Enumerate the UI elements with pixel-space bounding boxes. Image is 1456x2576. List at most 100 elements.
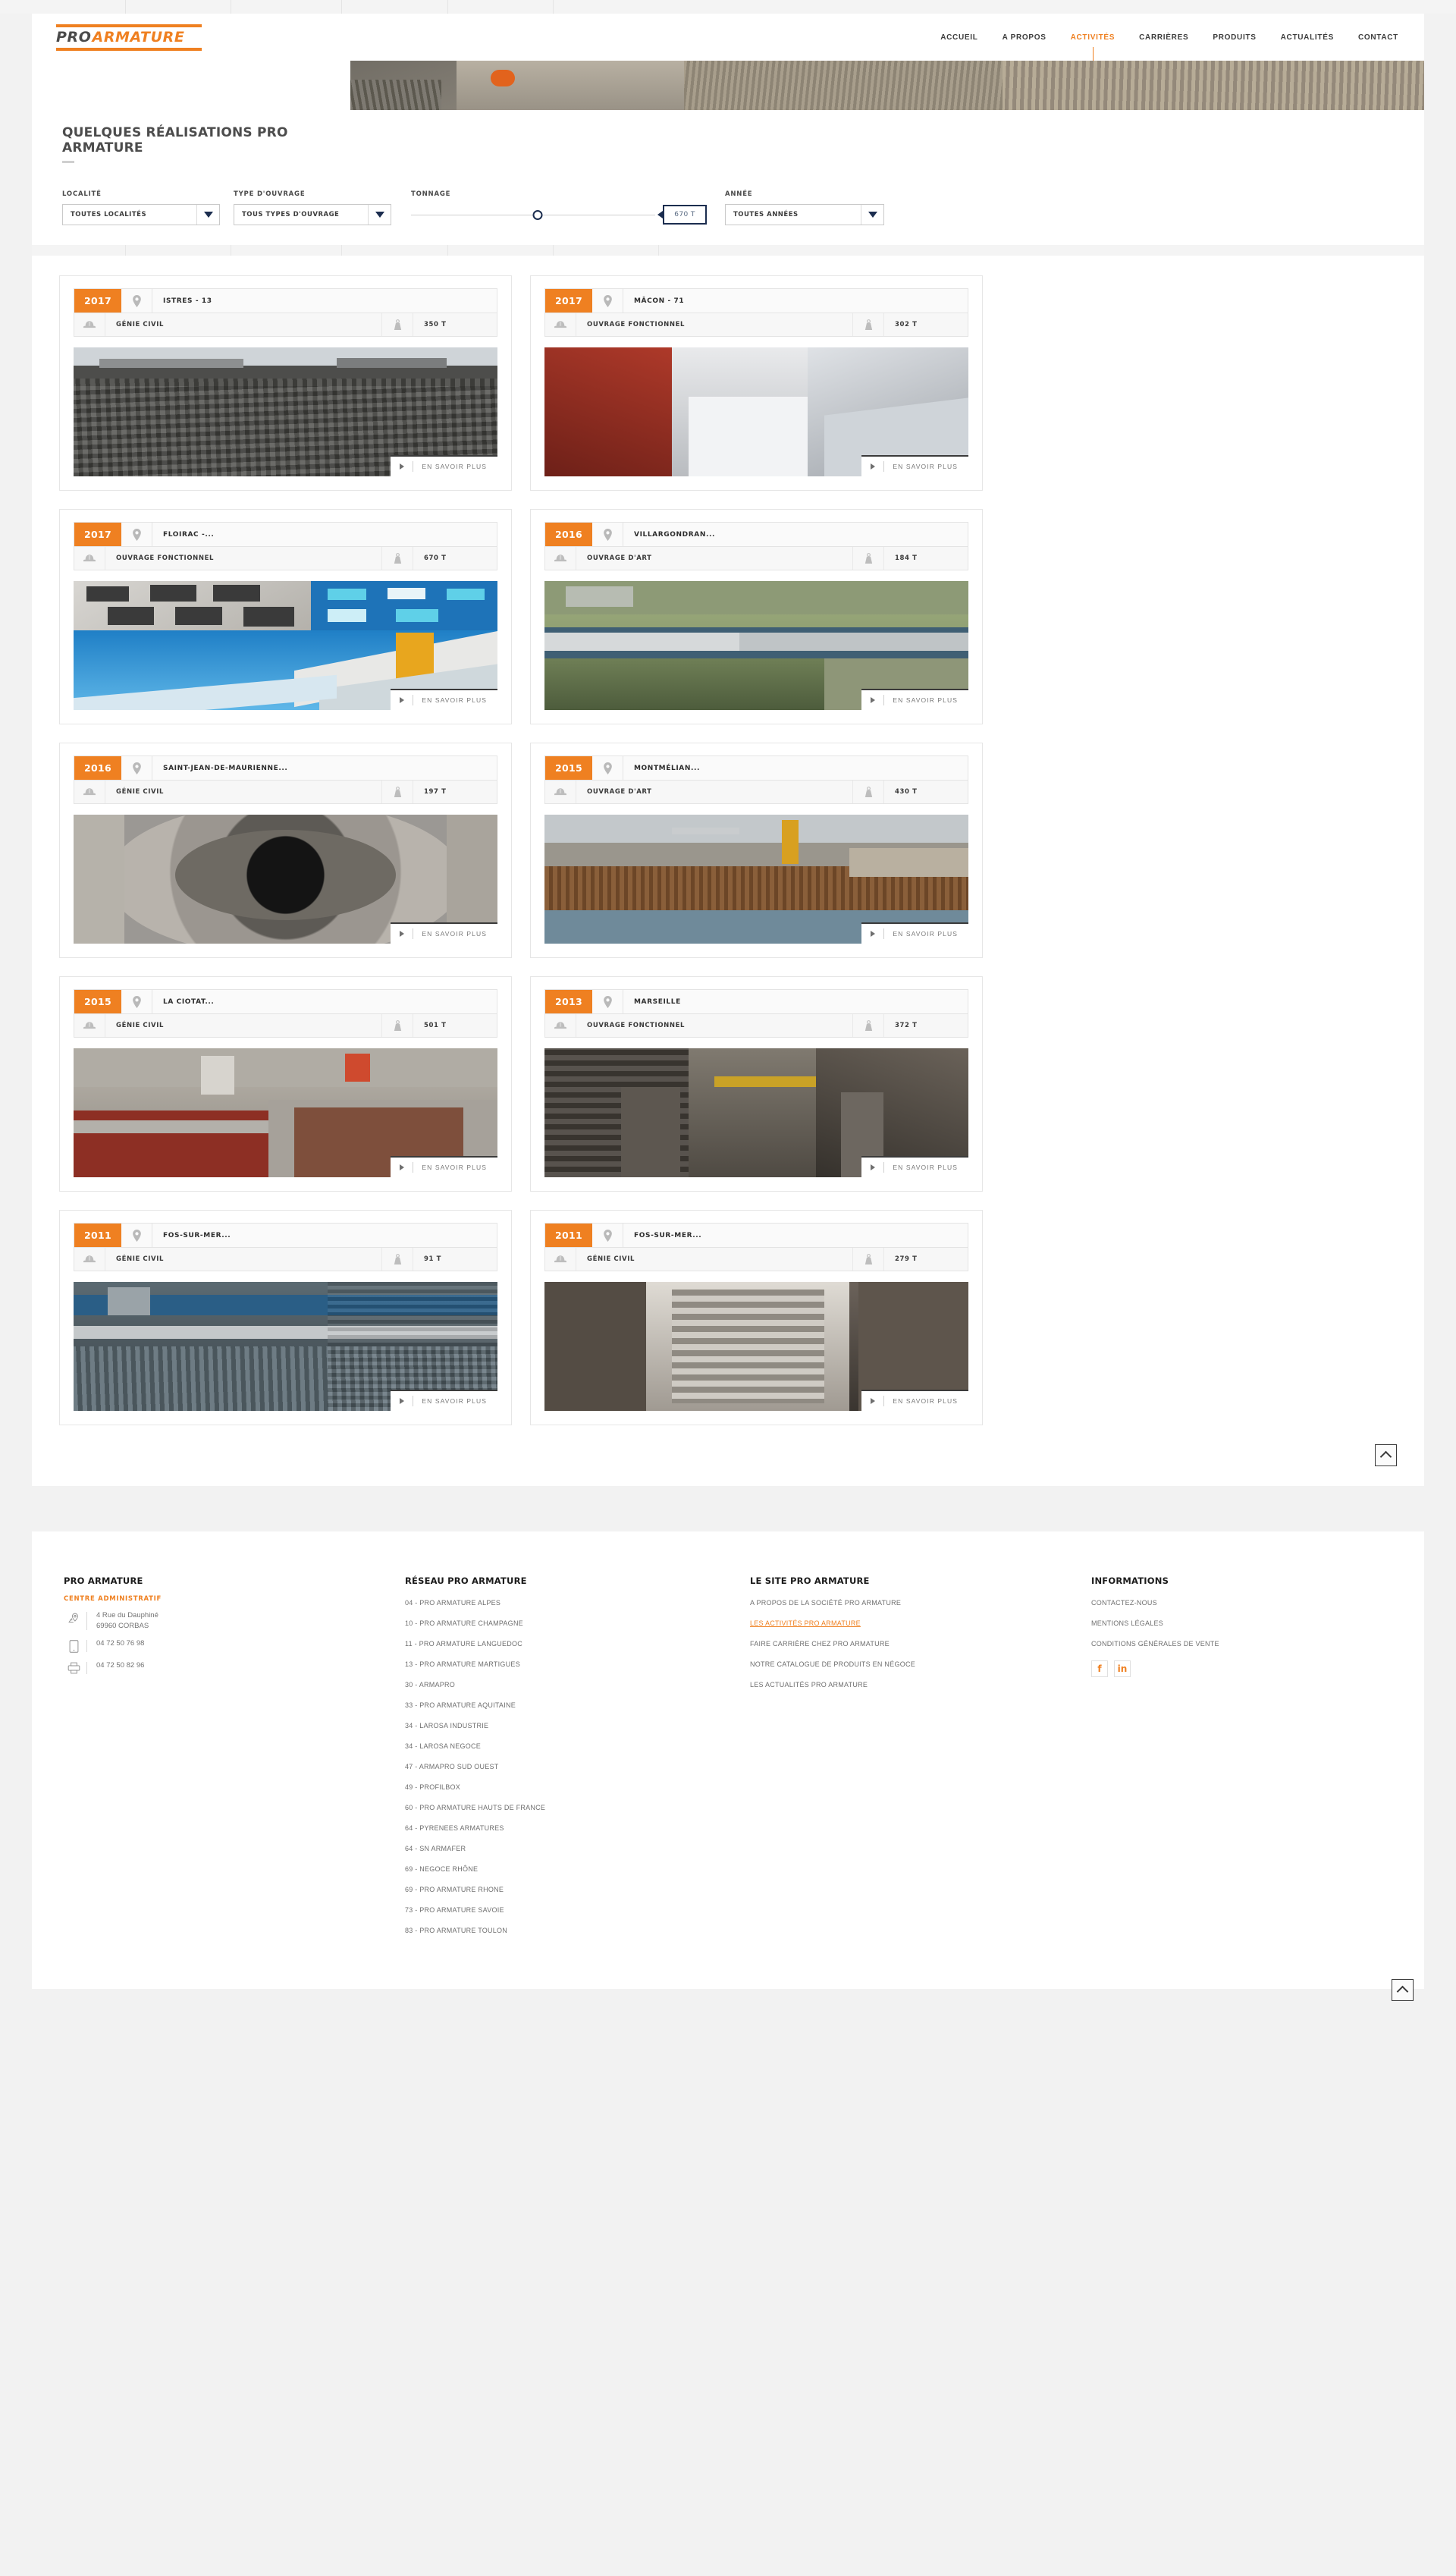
project-card[interactable]: 2017 MÂCON - 71 OUVRAGE FONCTIONNEL 302 … <box>530 275 983 491</box>
read-more-button[interactable]: EN SAVOIR PLUS <box>861 689 968 710</box>
thumb-layer <box>565 586 634 607</box>
project-thumbnail[interactable]: EN SAVOIR PLUS <box>74 581 497 710</box>
footer-network-link[interactable]: 60 - PRO ARMATURE HAUTS DE FRANCE <box>405 1804 545 1811</box>
chevron-down-icon <box>196 205 219 225</box>
scroll-to-top-button[interactable] <box>1375 1444 1397 1466</box>
project-card[interactable]: 2017 ISTRES - 13 GÉNIE CIVIL 350 T EN SA… <box>59 275 512 491</box>
footer-site-link[interactable]: FAIRE CARRIÈRE CHEZ PRO ARMATURE <box>750 1640 890 1648</box>
project-thumbnail[interactable]: EN SAVOIR PLUS <box>74 1282 497 1411</box>
footer-info-item: CONTACTEZ-NOUS <box>1091 1595 1379 1609</box>
footer-network-link[interactable]: 47 - ARMAPRO SUD OUEST <box>405 1763 499 1770</box>
read-more-button[interactable]: EN SAVOIR PLUS <box>861 1156 968 1177</box>
weight-icon <box>853 547 884 570</box>
read-more-button[interactable]: EN SAVOIR PLUS <box>861 455 968 476</box>
footer-info-link[interactable]: CONTACTEZ-NOUS <box>1091 1599 1157 1607</box>
project-thumbnail[interactable]: EN SAVOIR PLUS <box>544 581 968 710</box>
weight-icon <box>853 1014 884 1037</box>
footer-network-link[interactable]: 33 - PRO ARMATURE AQUITAINE <box>405 1701 516 1709</box>
logo[interactable]: PROARMATURE <box>55 22 203 52</box>
project-thumbnail[interactable]: EN SAVOIR PLUS <box>74 1048 497 1177</box>
thumb-layer <box>107 607 155 625</box>
project-card[interactable]: 2011 FOS-SUR-MER... GÉNIE CIVIL <box>530 1210 983 1425</box>
linkedin-icon[interactable]: in <box>1114 1660 1131 1677</box>
footer-network-link[interactable]: 64 - PYRENEES ARMATURES <box>405 1824 504 1832</box>
project-thumbnail[interactable]: EN SAVOIR PLUS <box>544 815 968 944</box>
thumb-layer <box>387 587 425 599</box>
read-more-button[interactable]: EN SAVOIR PLUS <box>391 455 497 476</box>
footer-network-link[interactable]: 69 - PRO ARMATURE RHONE <box>405 1886 504 1893</box>
footer-network-link[interactable]: 83 - PRO ARMATURE TOULON <box>405 1927 507 1934</box>
footer-address-row: 4 Rue du Dauphiné 69960 CORBAS <box>64 1610 405 1632</box>
footer-network-link[interactable]: 34 - LAROSA INDUSTRIE <box>405 1722 488 1729</box>
project-card[interactable]: 2015 MONTMÉLIAN... OUVRAGE D'ART 430 T E… <box>530 743 983 958</box>
year-select[interactable]: TOUTES ANNÉES <box>725 204 884 225</box>
project-location: FOS-SUR-MER... <box>152 1224 497 1247</box>
thumb-layer <box>544 1282 647 1411</box>
footer-site-link[interactable]: LES ACTIVITÉS PRO ARMATURE <box>750 1619 861 1627</box>
map-pin-icon <box>592 756 623 780</box>
footer-network-link[interactable]: 69 - NEGOCE RHÔNE <box>405 1865 478 1873</box>
helmet-icon <box>545 547 576 570</box>
footer-network-link[interactable]: 64 - SN ARMAFER <box>405 1845 466 1852</box>
footer-info-link[interactable]: CONDITIONS GÉNÉRALES DE VENTE <box>1091 1640 1219 1648</box>
thumb-layer <box>544 347 689 476</box>
footer-network-link[interactable]: 49 - PROFILBOX <box>405 1783 460 1791</box>
project-thumbnail[interactable]: EN SAVOIR PLUS <box>74 815 497 944</box>
project-card[interactable]: 2017 FLOIRAC -... OUVRAGE FONCTIONNEL 67… <box>59 509 512 724</box>
nav-item-a-propos[interactable]: A PROPOS <box>1001 30 1048 45</box>
project-thumbnail[interactable]: EN SAVOIR PLUS <box>544 1282 968 1411</box>
nav-item-accueil[interactable]: ACCUEIL <box>939 30 979 45</box>
project-tonnage: 372 T <box>884 1014 968 1037</box>
footer-column-company: PRO ARMATURE CENTRE ADMINISTRATIF 4 Rue … <box>64 1575 405 1943</box>
read-more-button[interactable]: EN SAVOIR PLUS <box>391 689 497 710</box>
project-card[interactable]: 2011 FOS-SUR-MER... GÉNIE CIVIL <box>59 1210 512 1425</box>
footer-network-link[interactable]: 10 - PRO ARMATURE CHAMPAGNE <box>405 1619 523 1627</box>
footer-network-link[interactable]: 73 - PRO ARMATURE SAVOIE <box>405 1906 504 1914</box>
nav-item-carrieres[interactable]: CARRIÈRES <box>1138 30 1190 45</box>
footer-site-link[interactable]: LES ACTUALITÉS PRO ARMATURE <box>750 1681 868 1689</box>
thumb-layer <box>344 1053 371 1082</box>
project-card[interactable]: 2015 LA CIOTAT... GÉNIE CIVIL 501 T EN S… <box>59 976 512 1192</box>
nav-item-actualites[interactable]: ACTUALITÉS <box>1279 30 1335 45</box>
site-header: PROARMATURE ACCUEIL A PROPOS ACTIVITÉS C… <box>32 14 1424 68</box>
project-thumbnail[interactable]: EN SAVOIR PLUS <box>74 347 497 476</box>
play-arrow-icon <box>871 463 876 470</box>
footer-site-link[interactable]: A PROPOS DE LA SOCIÉTÉ PRO ARMATURE <box>750 1599 901 1607</box>
map-pin-icon <box>121 523 152 546</box>
project-year-badge: 2011 <box>545 1224 592 1247</box>
locality-select[interactable]: TOUTES LOCALITÉS <box>62 204 220 225</box>
helmet-icon <box>74 1248 105 1271</box>
footer-site-link[interactable]: NOTRE CATALOGUE DE PRODUITS EN NÉGOCE <box>750 1660 915 1668</box>
read-more-button[interactable]: EN SAVOIR PLUS <box>861 922 968 944</box>
project-card[interactable]: 2016 VILLARGONDRAN... OUVRAGE D'ART 184 … <box>530 509 983 724</box>
nav-item-produits[interactable]: PRODUITS <box>1211 30 1257 45</box>
footer-network-link[interactable]: 13 - PRO ARMATURE MARTIGUES <box>405 1660 520 1668</box>
page-root: PROARMATURE ACCUEIL A PROPOS ACTIVITÉS C… <box>0 0 1456 2015</box>
project-card[interactable]: 2016 SAINT-JEAN-DE-MAURIENNE... GÉNIE CI… <box>59 743 512 958</box>
thumb-layer <box>336 357 447 369</box>
footer-network-link[interactable]: 11 - PRO ARMATURE LANGUEDOC <box>405 1640 522 1648</box>
nav-item-activites[interactable]: ACTIVITÉS <box>1069 30 1117 68</box>
footer-network-item: 60 - PRO ARMATURE HAUTS DE FRANCE <box>405 1800 750 1814</box>
footer-network-link[interactable]: 34 - LAROSA NEGOCE <box>405 1742 481 1750</box>
footer-network-link[interactable]: 30 - ARMAPRO <box>405 1681 455 1689</box>
read-more-button[interactable]: EN SAVOIR PLUS <box>391 1156 497 1177</box>
footer-info-link[interactable]: MENTIONS LÉGALES <box>1091 1619 1163 1627</box>
project-thumbnail[interactable]: EN SAVOIR PLUS <box>544 1048 968 1177</box>
read-more-button[interactable]: EN SAVOIR PLUS <box>391 1390 497 1411</box>
project-tonnage: 279 T <box>884 1248 968 1271</box>
project-thumbnail[interactable]: EN SAVOIR PLUS <box>544 347 968 476</box>
footer-network-item: 83 - PRO ARMATURE TOULON <box>405 1923 750 1937</box>
facebook-icon[interactable]: f <box>1091 1660 1108 1677</box>
footer-phone-row: 04 72 50 76 98 <box>64 1638 405 1654</box>
read-more-button[interactable]: EN SAVOIR PLUS <box>861 1390 968 1411</box>
tonnage-slider-knob[interactable] <box>532 209 543 220</box>
nav-item-contact[interactable]: CONTACT <box>1357 30 1400 45</box>
project-card[interactable]: 2013 MARSEILLE OUVRAGE FONCTIONNEL 372 T… <box>530 976 983 1192</box>
scroll-to-top-button-footer[interactable] <box>1392 1979 1414 2001</box>
footer-network-link[interactable]: 04 - PRO ARMATURE ALPES <box>405 1599 500 1607</box>
footer-company-title: PRO ARMATURE <box>64 1575 143 1586</box>
read-more-button[interactable]: EN SAVOIR PLUS <box>391 922 497 944</box>
type-select[interactable]: TOUS TYPES D'OUVRAGE <box>234 204 391 225</box>
year-select-value: TOUTES ANNÉES <box>733 211 799 218</box>
